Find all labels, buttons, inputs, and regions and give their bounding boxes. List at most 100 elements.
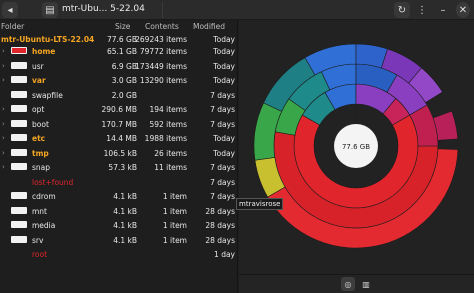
row-modified: 7 days (210, 90, 235, 100)
size-swatch (11, 76, 27, 83)
center-size-label: 77.6 GB (342, 143, 370, 151)
disk-usage-ring-chart[interactable]: 77.6 GB (239, 20, 474, 274)
row-name: tmp (32, 148, 49, 158)
row-name: boot (32, 119, 49, 129)
table-row[interactable]: srv 4.1 kB 1 item 28 days (0, 233, 238, 248)
title-separator (162, 2, 163, 18)
row-name: lost+found (32, 177, 74, 187)
row-modified: Today (213, 47, 235, 56)
row-contents: 1 item (162, 221, 187, 230)
row-modified: Today (213, 61, 235, 71)
row-size: 14.4 MB (106, 134, 137, 143)
table-row-root-volume[interactable]: mtr-Ubuntu-LTS-22.04 77.6 GB 269243 item… (0, 32, 238, 44)
row-contents: 1 item (162, 235, 187, 245)
expand-chevron-icon[interactable]: › (2, 149, 5, 157)
row-name: root (32, 250, 48, 259)
row-name: snap (32, 163, 51, 172)
row-contents: 1 item (162, 206, 187, 216)
table-row[interactable]: lost+found 7 days (0, 175, 238, 190)
expand-chevron-icon[interactable]: › (2, 105, 5, 113)
table-row[interactable]: › opt 290.6 MB 194 items 7 days (0, 102, 238, 117)
minimize-icon[interactable]: – (436, 2, 450, 18)
title-bar: ◂ ▤ mtr-Ubu... 5-22.04 ↻ ⋮ – ✕ (0, 0, 474, 20)
row-modified: 7 days (210, 105, 235, 114)
expand-chevron-icon[interactable]: › (2, 62, 5, 70)
treemap-chart-icon[interactable]: ▥ (359, 277, 373, 291)
window-title: mtr-Ubu... 5-22.04 (62, 4, 145, 14)
table-row[interactable]: › home 65.1 GB 79772 items Today (0, 44, 238, 59)
close-icon[interactable]: ✕ (456, 2, 470, 18)
size-swatch (11, 163, 27, 170)
table-row[interactable]: cdrom 4.1 kB 1 item 7 days (0, 189, 238, 204)
size-swatch (11, 235, 27, 243)
row-name: mnt (32, 206, 47, 216)
row-contents: 26 items (154, 148, 187, 158)
table-row[interactable]: › etc 14.4 MB 1988 items Today (0, 131, 238, 146)
table-row[interactable]: › tmp 106.5 kB 26 items Today (0, 146, 238, 161)
row-name: swapfile (32, 90, 63, 100)
row-size: 77.6 GB (106, 35, 137, 44)
row-name: etc (32, 134, 46, 143)
row-size: 6.9 GB (111, 61, 137, 71)
row-modified: 28 days (205, 235, 235, 245)
table-row[interactable]: swapfile 2.0 GB 7 days (0, 88, 238, 103)
column-header: Folder Size Contents Modified (0, 20, 238, 32)
table-row[interactable]: mnt 4.1 kB 1 item 28 days (0, 204, 238, 219)
row-name: home (32, 47, 56, 56)
row-size: 106.5 kB (103, 148, 137, 158)
row-modified: Today (213, 35, 235, 44)
table-row[interactable]: › boot 170.7 MB 592 items 7 days (0, 117, 238, 132)
expand-chevron-icon[interactable]: › (2, 76, 5, 84)
folder-list-pane: Folder Size Contents Modified mtr-Ubuntu… (0, 20, 238, 293)
row-name: mtr-Ubuntu-LTS-22.04 (1, 35, 95, 44)
row-contents: 194 items (149, 105, 187, 114)
column-folder[interactable]: Folder (1, 22, 24, 31)
row-size: 290.6 MB (101, 105, 137, 114)
table-row[interactable]: › var 3.0 GB 13290 items Today (0, 73, 238, 88)
folder-icon[interactable]: ▤ (42, 2, 58, 18)
row-name: var (32, 76, 46, 85)
row-size: 4.1 kB (113, 192, 137, 201)
size-swatch (11, 47, 27, 54)
row-contents: 592 items (149, 119, 187, 129)
back-icon[interactable]: ◂ (2, 2, 18, 18)
menu-icon[interactable]: ⋮ (414, 2, 430, 18)
size-swatch (11, 105, 27, 112)
rings-chart-icon[interactable]: ◎ (341, 277, 355, 291)
row-modified: 28 days (205, 221, 235, 230)
row-contents: 173449 items (135, 61, 187, 71)
row-modified: 1 day (214, 250, 235, 259)
expand-chevron-icon[interactable]: › (2, 134, 5, 142)
row-modified: 7 days (210, 192, 235, 201)
segment-tooltip: mtravisrose (236, 198, 284, 210)
column-size[interactable]: Size (115, 22, 130, 31)
refresh-icon[interactable]: ↻ (394, 2, 410, 18)
size-swatch (11, 206, 27, 214)
row-modified: 7 days (210, 163, 235, 172)
ring-chart-pane: 77.6 GB (239, 20, 474, 293)
table-row[interactable]: root 1 day (0, 247, 238, 262)
table-row[interactable]: media 4.1 kB 1 item 28 days (0, 218, 238, 233)
row-contents: 13290 items (139, 76, 187, 85)
row-size: 3.0 GB (111, 76, 137, 85)
expand-chevron-icon[interactable]: › (2, 47, 5, 55)
row-contents: 79772 items (139, 47, 187, 56)
row-size: 2.0 GB (111, 90, 137, 100)
table-row[interactable]: › snap 57.3 kB 11 items 7 days (0, 160, 238, 175)
row-modified: Today (213, 134, 235, 143)
row-size: 65.1 GB (106, 47, 137, 56)
row-modified: Today (213, 148, 235, 158)
row-name: media (32, 221, 56, 230)
row-name: cdrom (32, 192, 56, 201)
expand-chevron-icon[interactable]: › (2, 163, 5, 171)
table-row[interactable]: › usr 6.9 GB 173449 items Today (0, 59, 238, 74)
row-name: srv (32, 235, 44, 245)
column-modified[interactable]: Modified (193, 22, 225, 31)
column-contents[interactable]: Contents (145, 22, 179, 31)
row-modified: Today (213, 76, 235, 85)
row-size: 4.1 kB (113, 221, 137, 230)
row-contents: 1 item (162, 192, 187, 201)
expand-chevron-icon[interactable]: › (2, 120, 5, 128)
size-swatch (11, 148, 27, 156)
size-swatch (11, 61, 27, 69)
